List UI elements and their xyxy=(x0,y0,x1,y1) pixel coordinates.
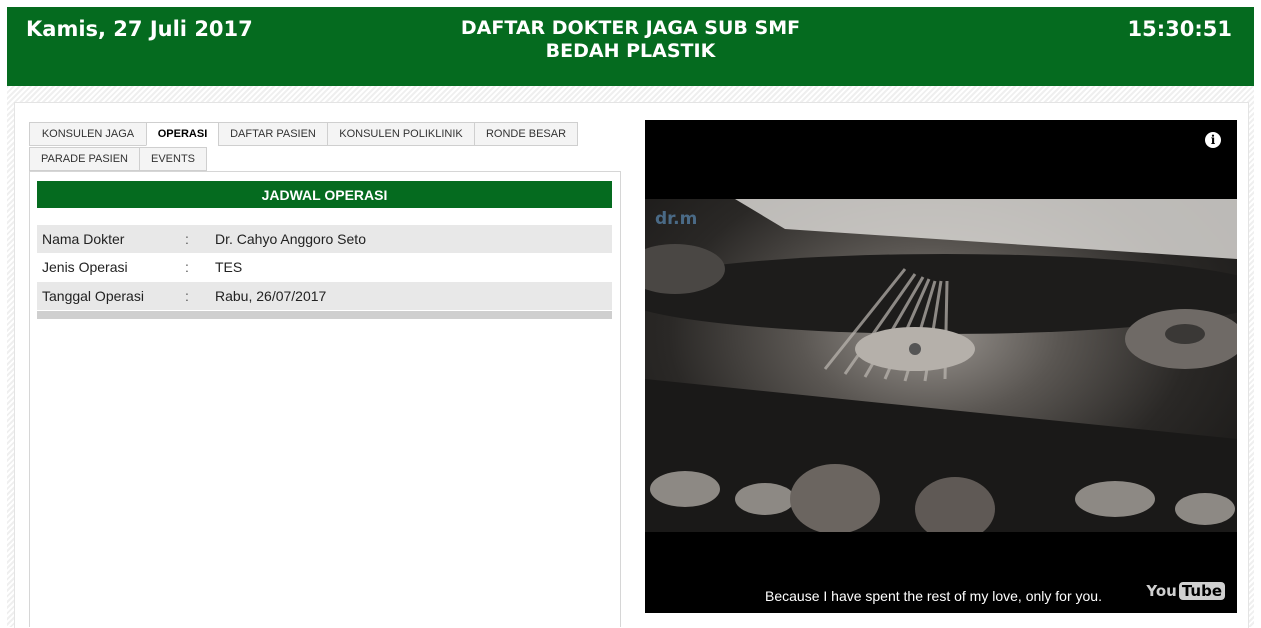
youtube-logo[interactable]: You Tube xyxy=(1146,582,1225,600)
row-separator: : xyxy=(185,231,189,247)
tab-konsulen-jaga[interactable]: KONSULEN JAGA xyxy=(29,122,147,146)
video-player[interactable]: dr.m i Because I have spent the rest of … xyxy=(645,120,1237,613)
row-label: Jenis Operasi xyxy=(42,259,128,275)
tab-parade-pasien[interactable]: PARADE PASIEN xyxy=(29,147,140,171)
typewriter-image xyxy=(645,199,1237,532)
row-separator: : xyxy=(185,259,189,275)
header-clock: 15:30:51 xyxy=(1127,17,1232,41)
row-separator: : xyxy=(185,288,189,304)
section-title: JADWAL OPERASI xyxy=(37,181,612,208)
table-footer-bar xyxy=(37,311,612,319)
tab-operasi[interactable]: OPERASI xyxy=(146,122,219,146)
row-value: TES xyxy=(215,259,243,275)
page-title-line1: DAFTAR DOKTER JAGA SUB SMF xyxy=(460,17,801,39)
page-header: Kamis, 27 Juli 2017 DAFTAR DOKTER JAGA S… xyxy=(7,7,1254,86)
tab-events[interactable]: EVENTS xyxy=(139,147,207,171)
row-label: Tanggal Operasi xyxy=(42,288,144,304)
youtube-logo-tube: Tube xyxy=(1178,582,1225,600)
tab-daftar-pasien[interactable]: DAFTAR PASIEN xyxy=(218,122,328,146)
row-label: Nama Dokter xyxy=(42,231,125,247)
youtube-logo-you: You xyxy=(1146,582,1177,600)
info-icon[interactable]: i xyxy=(1205,132,1221,148)
video-frame: dr.m xyxy=(645,199,1237,532)
video-watermark: dr.m xyxy=(655,209,698,229)
info-row-operation-date: Tanggal Operasi : Rabu, 26/07/2017 xyxy=(37,282,612,310)
row-value: Dr. Cahyo Anggoro Seto xyxy=(215,231,366,247)
info-row-doctor: Nama Dokter : Dr. Cahyo Anggoro Seto xyxy=(37,225,612,253)
info-row-operation-type: Jenis Operasi : TES xyxy=(37,253,612,281)
page-title-line2: BEDAH PLASTIK xyxy=(545,40,716,62)
page-title: DAFTAR DOKTER JAGA SUB SMF BEDAH PLASTIK xyxy=(7,17,1254,63)
tab-ronde-besar[interactable]: RONDE BESAR xyxy=(474,122,578,146)
row-value: Rabu, 26/07/2017 xyxy=(215,288,327,304)
video-subtitle: Because I have spent the rest of my love… xyxy=(765,588,1102,604)
tab-konsulen-poliklinik[interactable]: KONSULEN POLIKLINIK xyxy=(327,122,475,146)
